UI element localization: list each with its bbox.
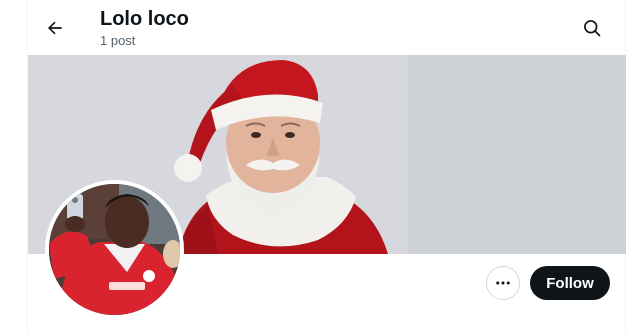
profile-title-block: Lolo loco 1 post <box>100 7 189 50</box>
follow-button[interactable]: Follow <box>530 266 610 300</box>
back-button[interactable] <box>38 11 72 45</box>
post-count: 1 post <box>100 33 136 48</box>
profile-name: Lolo loco <box>100 8 189 30</box>
profile-avatar[interactable] <box>45 180 184 319</box>
search-button[interactable] <box>575 11 609 45</box>
profile-page: Lolo loco 1 post Follow <box>0 0 640 332</box>
more-horizontal-icon <box>496 281 510 285</box>
footballer-avatar-image <box>49 184 180 315</box>
arrow-left-icon <box>47 21 62 35</box>
search-icon <box>584 20 601 37</box>
profile-column: Lolo loco 1 post Follow <box>27 0 626 332</box>
more-options-button[interactable] <box>486 266 520 300</box>
profile-header: Lolo loco 1 post <box>28 0 626 55</box>
